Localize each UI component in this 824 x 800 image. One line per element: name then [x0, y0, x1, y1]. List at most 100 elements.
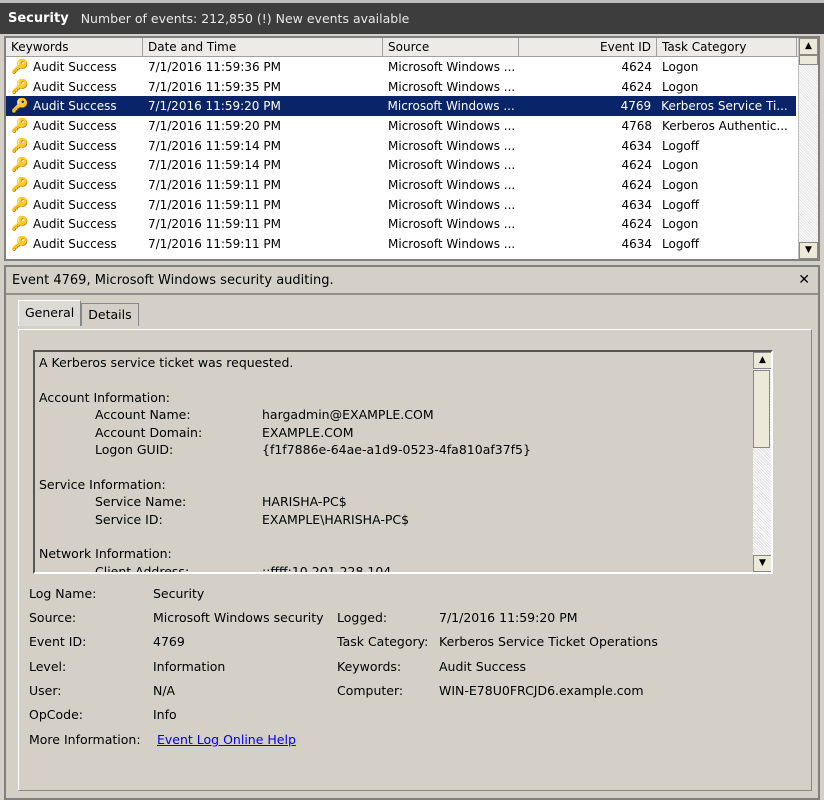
event-count-status: Number of events: 212,850 (!) New events…	[80, 11, 410, 26]
tab-details[interactable]: Details	[81, 303, 139, 326]
scroll-down-button[interactable]: ▼	[753, 555, 771, 572]
description-label: Account Name:	[95, 407, 191, 423]
cell-keywords: 🔑 Audit Success	[6, 118, 143, 134]
description-label: Client Address:	[95, 563, 190, 574]
scroll-thumb[interactable]	[799, 55, 818, 65]
table-row[interactable]: 🔑 Audit Success 7/1/2016 11:59:14 PM Micr…	[6, 136, 818, 156]
cell-event-id: 4624	[621, 79, 652, 94]
keywords-text: Audit Success	[33, 197, 117, 212]
cell-keywords: 🔑 Audit Success	[6, 79, 143, 95]
keywords-text: Audit Success	[33, 138, 117, 153]
table-row[interactable]: 🔑 Audit Success 7/1/2016 11:59:11 PM Micr…	[6, 175, 818, 195]
event-log-online-help-link[interactable]: Event Log Online Help	[157, 732, 296, 747]
description-scrollbar[interactable]: ▲ ▼	[753, 352, 771, 572]
description-line: A Kerberos service ticket was requested.	[39, 354, 767, 371]
table-row[interactable]: 🔑 Audit Success 7/1/2016 11:59:11 PM Micr…	[6, 195, 818, 215]
close-icon[interactable]: ✕	[798, 272, 810, 288]
value-source: Microsoft Windows security	[153, 610, 324, 625]
tab-general[interactable]: General	[18, 300, 82, 326]
keywords-text: Audit Success	[33, 158, 117, 173]
value-event-id: 4769	[153, 634, 185, 649]
key-icon: 🔑	[11, 78, 29, 95]
log-title: Security	[8, 11, 69, 26]
cell-source: Microsoft Windows ...	[388, 237, 516, 252]
cell-event-id: 4624	[621, 158, 652, 173]
cell-task-category: Logoff	[662, 138, 700, 153]
cell-date: 7/1/2016 11:59:35 PM	[148, 79, 282, 94]
cell-source: Microsoft Windows ...	[388, 158, 516, 173]
detail-title: Event 4769, Microsoft Windows security a…	[12, 272, 334, 288]
title-bar: Security Number of events: 212,850 (!) N…	[0, 0, 824, 34]
cell-event-id: 4624	[621, 59, 652, 74]
event-list[interactable]: Keywords Date and Time Source Event ID T…	[4, 36, 820, 261]
table-row[interactable]: 🔑 Audit Success 7/1/2016 11:59:20 PM Micr…	[6, 116, 818, 136]
key-icon: 🔑	[11, 176, 29, 193]
cell-task-category: Logon	[662, 59, 699, 74]
label-more-information: More Information:	[29, 732, 141, 747]
value-logged: 7/1/2016 11:59:20 PM	[439, 610, 578, 625]
cell-date: 7/1/2016 11:59:36 PM	[148, 59, 282, 74]
table-row[interactable]: 🔑 Audit Success 7/1/2016 11:59:35 PM Micr…	[6, 77, 818, 97]
description-value: ::ffff:10.201.228.104	[262, 563, 392, 574]
column-task-category[interactable]: Task Category	[657, 38, 797, 56]
description-value: {f1f7886e-64ae-a1d9-0523-4fa810af37f5}	[262, 442, 531, 458]
value-user: N/A	[153, 683, 176, 698]
description-text: Account Information:	[39, 389, 171, 405]
cell-source: Microsoft Windows ...	[388, 197, 516, 212]
key-icon: 🔑	[11, 98, 29, 115]
cell-source: Microsoft Windows ...	[388, 177, 516, 192]
description-value: hargadmin@EXAMPLE.COM	[262, 407, 434, 423]
description-line	[39, 528, 767, 545]
label-task-category: Task Category:	[337, 634, 429, 649]
scroll-thumb[interactable]	[753, 370, 770, 448]
description-text: Network Information:	[39, 546, 172, 562]
key-icon: 🔑	[11, 58, 29, 75]
label-computer: Computer:	[337, 683, 404, 698]
table-row[interactable]: 🔑 Audit Success 7/1/2016 11:59:14 PM Micr…	[6, 155, 818, 175]
cell-task-category: Logon	[662, 177, 699, 192]
scroll-down-button[interactable]: ▼	[799, 242, 818, 259]
cell-event-id: 4634	[621, 197, 652, 212]
list-header: Keywords Date and Time Source Event ID T…	[6, 38, 818, 57]
cell-date: 7/1/2016 11:59:11 PM	[148, 177, 282, 192]
description-line: Client Address:::ffff:10.201.228.104	[39, 563, 767, 574]
table-row[interactable]: 🔑 Audit Success 7/1/2016 11:59:36 PM Micr…	[6, 57, 818, 77]
key-icon: 🔑	[11, 216, 29, 233]
cell-source: Microsoft Windows ...	[388, 79, 516, 94]
column-date[interactable]: Date and Time	[143, 38, 383, 56]
key-icon: 🔑	[11, 137, 29, 154]
label-log-name: Log Name:	[29, 586, 97, 601]
description-line: Account Information:	[39, 389, 767, 406]
description-value: EXAMPLE\HARISHA-PC$	[262, 511, 410, 527]
keywords-text: Audit Success	[33, 118, 117, 133]
event-description[interactable]: A Kerberos service ticket was requested.…	[33, 350, 773, 574]
description-line: Account Name: hargadmin@EXAMPLE.COM	[39, 406, 767, 423]
table-row[interactable]: 🔑 Audit Success 7/1/2016 11:59:11 PM Micr…	[6, 215, 818, 235]
cell-date: 7/1/2016 11:59:14 PM	[148, 158, 282, 173]
cell-event-id: 4768	[621, 118, 652, 133]
description-text: Service Information:	[39, 476, 166, 492]
cell-task-category: Kerberos Service Ti...	[661, 99, 788, 114]
scroll-up-button[interactable]: ▲	[753, 352, 771, 369]
keywords-text: Audit Success	[33, 99, 117, 114]
column-keywords[interactable]: Keywords	[6, 38, 143, 56]
table-row[interactable]: 🔑 Audit Success 7/1/2016 11:59:11 PM Micr…	[6, 234, 818, 254]
label-level: Level:	[29, 659, 67, 674]
cell-date: 7/1/2016 11:59:20 PM	[148, 118, 282, 133]
description-label: Service Name:	[95, 494, 187, 510]
table-row[interactable]: 🔑 Audit Success 7/1/2016 11:59:20 PM Micr…	[6, 96, 796, 117]
scroll-up-button[interactable]: ▲	[799, 38, 818, 55]
cell-task-category: Logon	[662, 158, 699, 173]
cell-keywords: 🔑 Audit Success	[6, 98, 143, 114]
cell-event-id: 4769	[620, 99, 652, 114]
key-icon: 🔑	[11, 236, 29, 253]
cell-event-id: 4634	[621, 138, 652, 153]
column-event-id[interactable]: Event ID	[519, 38, 657, 56]
value-log-name: Security	[153, 586, 205, 601]
column-source[interactable]: Source	[383, 38, 519, 56]
cell-task-category: Kerberos Authentic...	[662, 118, 788, 133]
label-event-id: Event ID:	[29, 634, 87, 649]
list-scrollbar[interactable]: ▲ ▼	[798, 38, 818, 259]
value-computer: WIN-E78U0FRCJD6.example.com	[439, 683, 644, 698]
cell-keywords: 🔑 Audit Success	[6, 197, 143, 213]
